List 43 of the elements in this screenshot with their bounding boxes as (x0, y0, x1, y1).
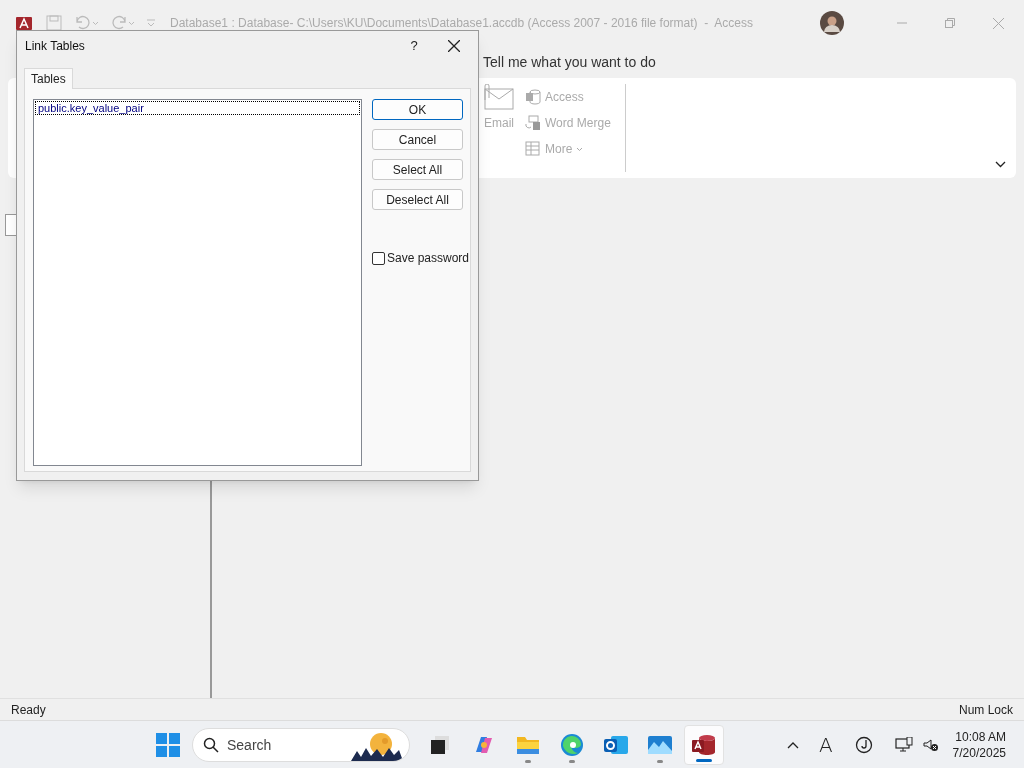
network-icon[interactable] (894, 736, 913, 753)
more-button-label: More (545, 141, 573, 158)
dialog-title: Link Tables (25, 38, 85, 55)
save-icon[interactable] (46, 15, 62, 31)
taskbar-app-button[interactable] (684, 725, 724, 765)
email-attachment-icon (483, 84, 515, 110)
caret-icon (576, 146, 584, 152)
help-button[interactable]: ? (402, 36, 426, 56)
database-icon (525, 89, 541, 105)
search-icon (203, 737, 219, 753)
speaker-muted-icon[interactable] (922, 737, 939, 752)
table-icon (525, 141, 541, 157)
undo-icon[interactable] (74, 15, 100, 31)
restore-icon[interactable] (945, 18, 955, 28)
expand-ribbon-icon[interactable] (995, 161, 1006, 168)
status-text: Ready (11, 701, 46, 719)
clock-button[interactable]: 10:08 AM 7/20/2025 (952, 728, 1006, 761)
redo-icon[interactable] (110, 15, 136, 31)
dialog-button[interactable]: Cancel (372, 129, 463, 150)
access-logo-icon (16, 15, 32, 31)
photos-icon (647, 734, 673, 756)
task-view-icon (429, 734, 451, 756)
tell-me-search[interactable]: Tell me what you want to do (483, 51, 656, 73)
dialog-button[interactable]: OK (372, 99, 463, 120)
access-icon (691, 733, 717, 757)
taskbar-search-field[interactable]: Search (192, 728, 410, 762)
windows-start-icon (156, 733, 180, 757)
chevron-up-icon[interactable] (786, 740, 799, 749)
dialog-tab[interactable]: Tables (24, 68, 73, 89)
close-icon[interactable] (448, 40, 460, 52)
mail-merge-icon (525, 115, 541, 131)
folder-icon (516, 734, 540, 756)
save-password-checkbox[interactable]: Save password (372, 249, 470, 267)
dialog-button[interactable]: Deselect All (372, 189, 463, 210)
edge-browser-icon (560, 733, 584, 757)
table-list-item[interactable]: public.key_value_pair (35, 101, 360, 115)
window-title: Database1 : Database- C:\Users\KU\Documents\Database1.accdb (Access 2007 - 2016 file format) - Access (170, 15, 753, 32)
clock-icon[interactable] (854, 735, 873, 754)
outlook-icon (603, 734, 629, 756)
dialog-button[interactable]: Select All (372, 159, 463, 180)
input-indicator[interactable]: A (818, 729, 833, 760)
num-lock-indicator: Num Lock (958, 701, 1013, 719)
user-avatar[interactable] (820, 11, 844, 35)
